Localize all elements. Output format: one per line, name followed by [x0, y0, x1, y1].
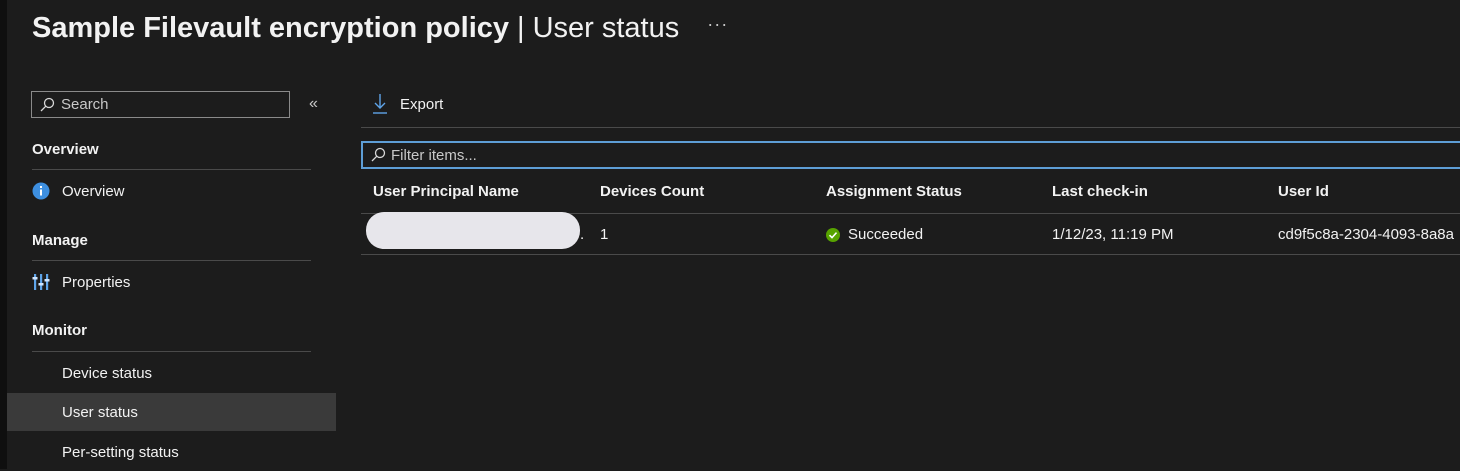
sidebar-item-device-status[interactable]: Device status	[7, 354, 336, 392]
redacted-user-principal-name	[366, 212, 580, 249]
sidebar-item-label: User status	[62, 403, 138, 421]
window-left-edge	[0, 0, 7, 469]
column-header-last-check-in[interactable]: Last check-in	[1052, 183, 1148, 200]
more-options-button[interactable]: ···	[707, 14, 728, 35]
filter-box[interactable]	[361, 141, 1460, 169]
sidebar-item-label: Properties	[62, 273, 131, 291]
check-circle-icon	[826, 227, 840, 242]
devices-count-cell: 1	[600, 226, 609, 243]
divider	[32, 351, 311, 352]
user-principal-name-suffix: .	[580, 226, 585, 243]
row-divider	[361, 254, 1460, 255]
page-header: Sample Filevault encryption policy | Use…	[32, 12, 728, 45]
sidebar-item-user-status[interactable]: User status	[7, 393, 336, 431]
sidebar-item-label: Device status	[62, 364, 153, 382]
sidebar-search-input[interactable]	[61, 96, 261, 113]
sidebar-item-label: Overview	[62, 182, 125, 200]
toolbar-divider	[361, 127, 1460, 128]
sliders-icon	[32, 274, 50, 290]
user-id-cell: cd9f5c8a-2304-4093-8a8a	[1278, 226, 1454, 243]
search-icon	[40, 97, 55, 111]
page-subtitle: User status	[532, 12, 680, 44]
sidebar-item-overview[interactable]: Overview	[7, 172, 336, 210]
sidebar-search[interactable]	[31, 91, 290, 118]
assignment-status-cell: Succeeded	[826, 226, 923, 243]
assignment-status-label: Succeeded	[848, 226, 924, 243]
export-label: Export	[400, 95, 444, 113]
download-icon	[373, 94, 387, 114]
export-button[interactable]: Export	[372, 93, 443, 115]
page-title: Sample Filevault encryption policy	[32, 12, 510, 44]
section-heading-manage: Manage	[32, 232, 88, 249]
sidebar-item-label: Per-setting status	[62, 443, 179, 461]
collapse-sidebar-button[interactable]: «	[309, 95, 318, 113]
last-check-in-cell: 1/12/23, 11:19 PM	[1052, 226, 1174, 243]
filter-input[interactable]	[391, 146, 991, 164]
column-header-devices-count[interactable]: Devices Count	[600, 183, 704, 200]
search-icon	[371, 147, 386, 162]
divider	[32, 169, 311, 170]
divider	[32, 260, 311, 261]
sidebar-item-properties[interactable]: Properties	[7, 263, 336, 301]
section-heading-monitor: Monitor	[32, 322, 87, 339]
column-header-user-principal-name[interactable]: User Principal Name	[373, 183, 519, 200]
title-separator: |	[517, 12, 525, 44]
column-header-user-id[interactable]: User Id	[1278, 183, 1329, 200]
section-heading-overview: Overview	[32, 141, 99, 158]
column-header-assignment-status[interactable]: Assignment Status	[826, 183, 962, 200]
info-icon	[32, 182, 50, 200]
sidebar-item-per-setting-status[interactable]: Per-setting status	[7, 433, 336, 471]
